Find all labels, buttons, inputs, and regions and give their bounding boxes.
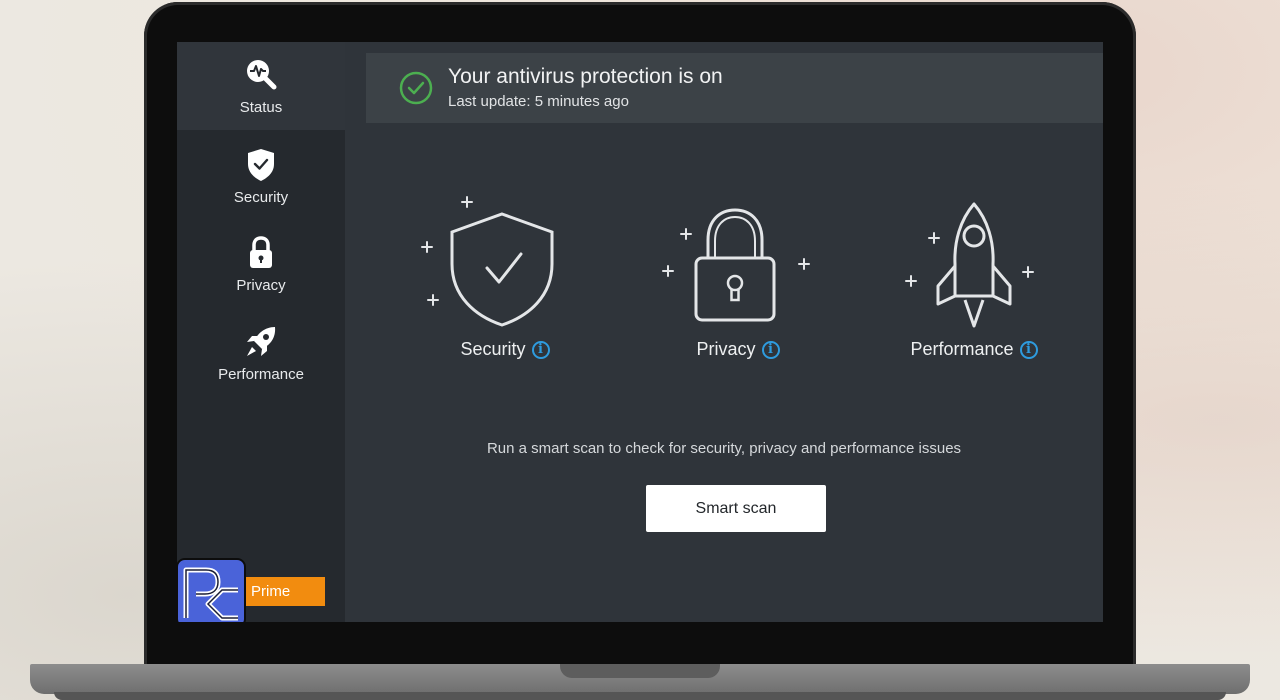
- feature-label-row: Privacy i: [638, 339, 838, 360]
- feature-performance[interactable]: Performance i: [874, 192, 1074, 372]
- feature-label: Performance: [910, 339, 1014, 359]
- feature-label-row: Performance i: [874, 339, 1074, 360]
- scan-description: Run a smart scan to check for security, …: [486, 440, 962, 457]
- sidebar-item-status[interactable]: Status: [177, 42, 345, 130]
- info-icon[interactable]: i: [761, 340, 780, 359]
- padlock-icon: [662, 208, 810, 322]
- app-window: Status Security Privacy Performance Prim…: [177, 42, 1103, 622]
- sidebar: Status Security Privacy Performance Prim…: [177, 42, 345, 622]
- sidebar-item-label: Performance: [218, 365, 304, 383]
- feature-privacy[interactable]: Privacy i: [638, 192, 838, 372]
- rocket-icon: [905, 202, 1034, 328]
- sidebar-item-security[interactable]: Security: [177, 132, 345, 220]
- shield-check-icon: [421, 196, 554, 327]
- feature-label: Privacy: [696, 339, 756, 359]
- sidebar-item-label: Privacy: [236, 276, 286, 294]
- status-banner: Your antivirus protection is on Last upd…: [366, 53, 1103, 123]
- feature-label: Security: [460, 339, 526, 359]
- info-icon[interactable]: i: [1019, 340, 1038, 359]
- prime-badge[interactable]: Prime: [245, 577, 325, 606]
- pc-logo: [177, 558, 246, 622]
- status-title: Your antivirus protection is on: [448, 65, 723, 88]
- laptop-notch: [560, 664, 720, 678]
- feature-security[interactable]: Security i: [405, 192, 605, 372]
- laptop-foot: [54, 692, 1226, 700]
- padlock-icon: [243, 235, 279, 271]
- rocket-icon: [243, 324, 279, 360]
- status-subtitle: Last update: 5 minutes ago: [448, 93, 629, 110]
- smart-scan-button[interactable]: Smart scan: [646, 485, 826, 532]
- status-search-pulse-icon: [243, 57, 279, 93]
- sidebar-item-label: Security: [233, 188, 289, 206]
- sidebar-item-privacy[interactable]: Privacy: [177, 220, 345, 308]
- sidebar-item-performance[interactable]: Performance: [177, 309, 345, 397]
- check-circle-icon: [398, 70, 434, 106]
- shield-check-icon: [243, 147, 279, 183]
- sidebar-item-label: Status: [239, 98, 283, 116]
- feature-label-row: Security i: [405, 339, 605, 360]
- info-icon[interactable]: i: [531, 340, 550, 359]
